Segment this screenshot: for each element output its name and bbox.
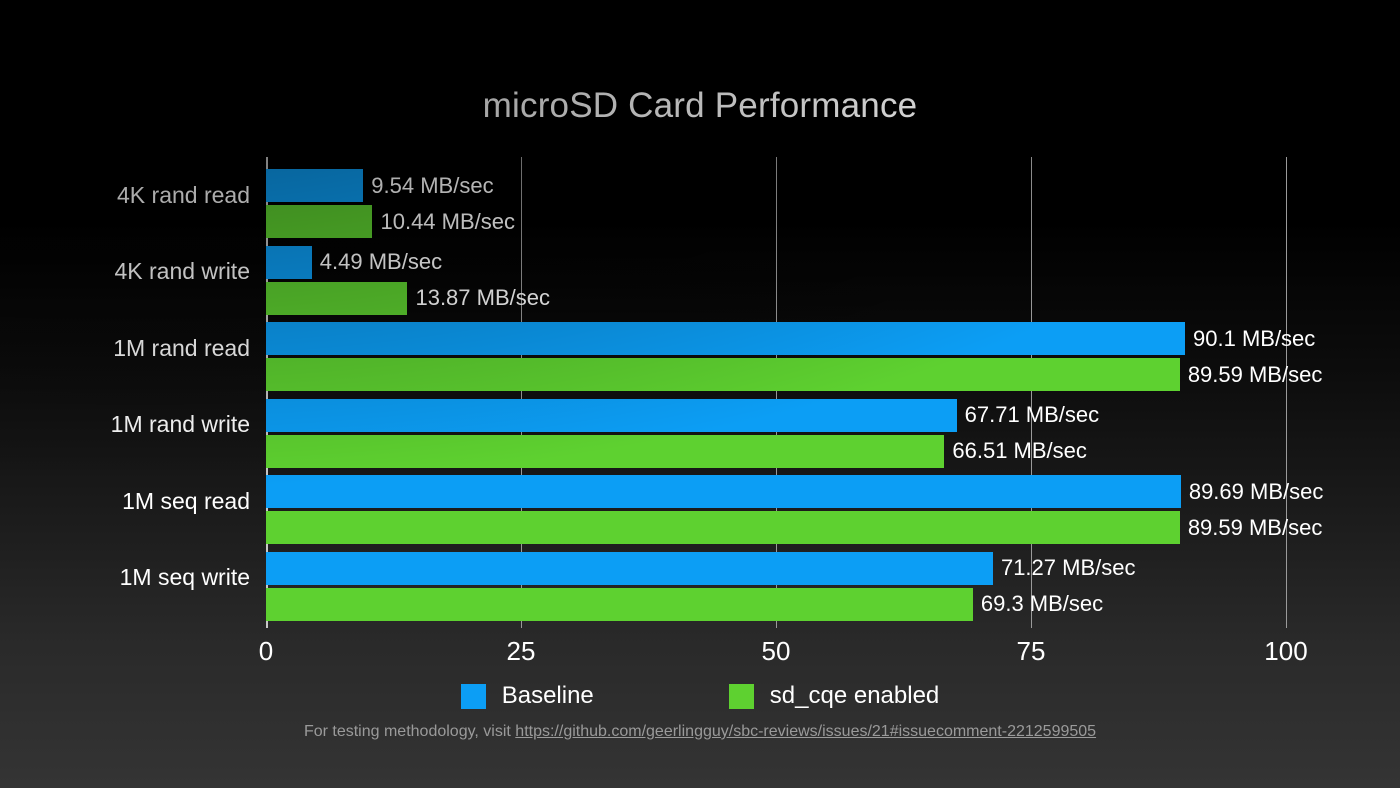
- category-label: 1M seq read: [122, 487, 250, 514]
- bar-value-label: 10.44 MB/sec: [380, 208, 515, 234]
- bar-row: 67.71 MB/sec: [266, 398, 1286, 432]
- bar-row: 4.49 MB/sec: [266, 245, 1286, 279]
- methodology-link[interactable]: https://github.com/geerlingguy/sbc-revie…: [515, 723, 1096, 740]
- legend-item-sd-cqe[interactable]: sd_cqe enabled: [728, 682, 940, 710]
- bar-value-label: 71.27 MB/sec: [1000, 555, 1136, 580]
- bar-group: 67.71 MB/sec 66.51 MB/sec: [266, 387, 1286, 468]
- legend-swatch-icon: [728, 683, 754, 709]
- bar-group: 89.69 MB/sec 89.59 MB/sec: [266, 463, 1323, 544]
- x-tick-label: 100: [1264, 636, 1308, 666]
- gridline-100: [1286, 157, 1287, 628]
- category-label: 1M seq write: [119, 564, 250, 591]
- plot-area: 9.54 MB/sec 10.44 MB/sec 4.49 MB/sec 13.87 …: [266, 157, 1323, 628]
- x-tick-label: 50: [761, 636, 791, 666]
- bar-row: 71.27 MB/sec: [266, 551, 1286, 585]
- bar-baseline[interactable]: [266, 322, 1186, 355]
- page-title: microSD Card Performance: [482, 86, 918, 125]
- bar-baseline[interactable]: [266, 551, 993, 585]
- bar-group: 90.1 MB/sec 89.59 MB/sec: [266, 310, 1322, 391]
- bar-row: 89.69 MB/sec: [266, 475, 1323, 508]
- bar-value-label: 89.69 MB/sec: [1188, 478, 1324, 504]
- category-label: 1M rand write: [110, 411, 250, 438]
- bar-group: 9.54 MB/sec 10.44 MB/sec: [266, 157, 1286, 238]
- bar-value-label: 9.54 MB/sec: [371, 172, 494, 198]
- bar-value-label: 67.71 MB/sec: [964, 402, 1100, 427]
- bar-value-label: 90.1 MB/sec: [1193, 325, 1316, 351]
- bar-group: 4.49 MB/sec 13.87 MB/sec: [266, 234, 1286, 315]
- x-axis-tick-labels: 0 25 50 75 100: [259, 636, 1308, 676]
- bar-value-label: 89.59 MB/sec: [1187, 514, 1323, 540]
- legend-item-baseline[interactable]: Baseline: [460, 682, 594, 710]
- bar-group: 71.27 MB/sec 69.3 MB/sec: [266, 540, 1286, 621]
- bar-row: 69.3 MB/sec: [266, 587, 1286, 621]
- bar-value-label: 13.87 MB/sec: [415, 285, 550, 310]
- footer-note: For testing methodology, visit https://g…: [0, 723, 1400, 741]
- bar-value-label: 66.51 MB/sec: [952, 438, 1087, 463]
- bar-baseline[interactable]: [266, 169, 364, 202]
- x-tick-label: 0: [258, 636, 274, 666]
- category-label: 4K rand read: [117, 181, 250, 208]
- chart-legend: Baseline sd_cqe enabled: [0, 682, 1400, 710]
- legend-swatch-icon: [460, 683, 486, 709]
- bar-row: 9.54 MB/sec: [266, 169, 1286, 202]
- bar-row: 90.1 MB/sec: [266, 322, 1315, 355]
- category-label: 1M rand read: [113, 334, 250, 361]
- bar-baseline[interactable]: [266, 475, 1181, 508]
- y-axis-category-labels: 4K rand read 4K rand write 1M rand read 1M …: [0, 157, 250, 628]
- bar-baseline[interactable]: [266, 245, 312, 279]
- bar-value-label: 69.3 MB/sec: [980, 591, 1104, 616]
- x-tick-label: 25: [506, 636, 536, 666]
- legend-label: Baseline: [501, 682, 594, 709]
- bar-baseline[interactable]: [266, 398, 957, 432]
- bar-value-label: 89.59 MB/sec: [1187, 361, 1323, 387]
- bar-value-label: 4.49 MB/sec: [319, 249, 443, 274]
- x-tick-label: 75: [1016, 636, 1046, 666]
- bar-groups: 9.54 MB/sec 10.44 MB/sec 4.49 MB/sec 13.87 …: [266, 157, 1323, 628]
- footer-prefix: For testing methodology, visit: [303, 723, 516, 740]
- bar-sd-cqe[interactable]: [266, 587, 973, 621]
- slide-canvas: microSD Card Performance 4K rand read 4K …: [0, 0, 1400, 788]
- category-label: 4K rand write: [114, 258, 250, 285]
- legend-label: sd_cqe enabled: [769, 682, 940, 709]
